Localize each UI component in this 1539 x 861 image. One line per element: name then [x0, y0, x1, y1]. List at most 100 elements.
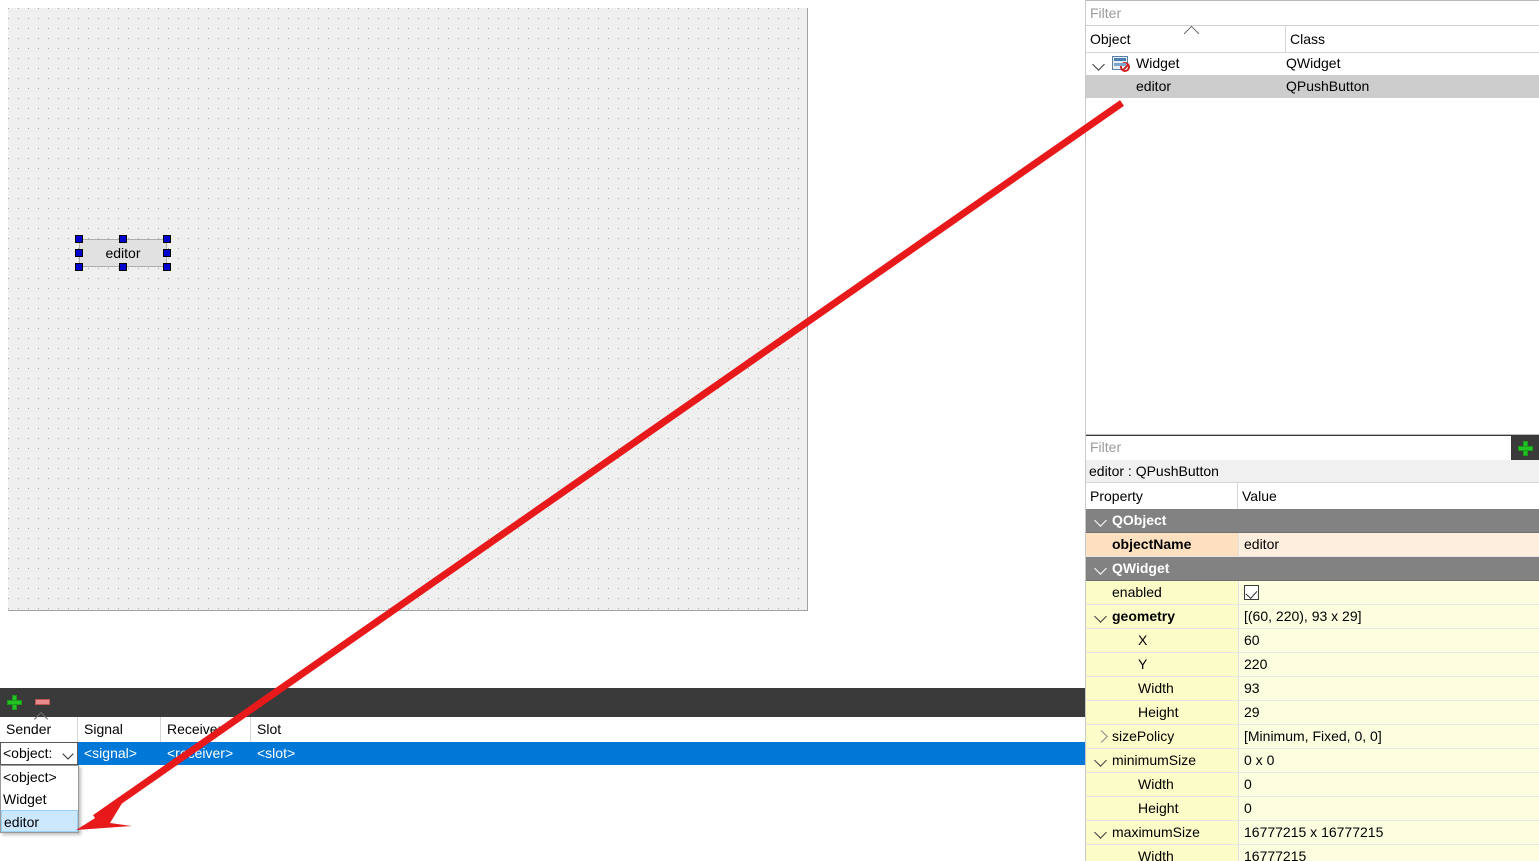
property-row-enabled[interactable]: enabled [1086, 581, 1539, 605]
remove-connection-button[interactable] [30, 691, 54, 713]
object-tree-label-widget: Widget [1136, 55, 1180, 71]
property-row-width[interactable]: Width 93 [1086, 677, 1539, 701]
column-header-class[interactable]: Class [1286, 26, 1539, 52]
column-header-property[interactable]: Property [1086, 483, 1238, 509]
property-row-x[interactable]: X 60 [1086, 629, 1539, 653]
sender-combobox-value: <object: [3, 745, 53, 761]
property-value: [(60, 220), 93 x 29] [1244, 608, 1362, 624]
property-label: objectName [1112, 536, 1192, 552]
sender-combobox[interactable]: <object: [0, 742, 78, 765]
minus-icon [34, 699, 50, 705]
dropdown-item-widget[interactable]: Widget [1, 788, 78, 810]
property-row-maximumsize[interactable]: maximumSize 16777215 x 16777215 [1086, 821, 1539, 845]
property-row-qwidget[interactable]: QWidget [1086, 557, 1539, 581]
property-table-header: Property Value [1086, 483, 1539, 510]
signal-slot-toolbar [0, 688, 1085, 717]
object-tree-label-editor: editor [1136, 78, 1172, 94]
selection-handle-middle-left[interactable] [75, 249, 83, 257]
property-label: QWidget [1112, 560, 1170, 576]
property-value-cell[interactable] [1238, 533, 1539, 556]
property-row-width[interactable]: Width 0 [1086, 773, 1539, 797]
property-value-cell[interactable] [1238, 629, 1539, 652]
chevron-down-icon[interactable] [1094, 562, 1107, 575]
dropdown-item-object[interactable]: <object> [1, 766, 78, 788]
property-label: Width [1138, 680, 1174, 696]
property-value-cell[interactable] [1238, 773, 1539, 796]
property-value: editor [1244, 536, 1280, 552]
add-connection-button[interactable] [2, 691, 26, 713]
property-value: 16777215 [1244, 848, 1307, 861]
add-property-button[interactable] [1511, 435, 1539, 461]
property-value-cell[interactable] [1238, 797, 1539, 820]
property-value: 29 [1244, 704, 1260, 720]
property-value: 93 [1244, 680, 1260, 696]
chevron-down-icon[interactable] [1094, 514, 1107, 527]
selection-handle-top-center[interactable] [119, 235, 127, 243]
object-tree-row-editor[interactable]: editor QPushButton [1086, 75, 1539, 98]
enabled-checkbox[interactable] [1244, 585, 1259, 600]
qt-designer-window: editor Sender Signal Receiver Slot <obje… [0, 0, 1539, 861]
object-tree-class-editor: QPushButton [1286, 78, 1370, 94]
property-value-cell[interactable] [1238, 701, 1539, 724]
property-row-y[interactable]: Y 220 [1086, 653, 1539, 677]
property-row-qobject[interactable]: QObject [1086, 509, 1539, 533]
property-label: enabled [1112, 584, 1162, 600]
property-name-cell [1086, 581, 1238, 604]
object-inspector-panel: Filter Object Class Widget QWidget edito… [1085, 0, 1539, 434]
property-value-cell[interactable] [1238, 581, 1539, 604]
column-header-receiver[interactable]: Receiver [161, 717, 251, 742]
property-value: 0 [1244, 776, 1252, 792]
property-value: 0 [1244, 800, 1252, 816]
push-button-label: editor [105, 245, 141, 261]
property-value: 0 x 0 [1244, 752, 1275, 768]
column-header-slot[interactable]: Slot [251, 717, 1085, 742]
column-header-signal[interactable]: Signal [78, 717, 161, 742]
property-row-objectname[interactable]: objectName editor [1086, 533, 1539, 557]
property-label: X [1138, 632, 1148, 648]
selection-handle-bottom-center[interactable] [119, 263, 127, 271]
dropdown-item-editor[interactable]: editor [1, 810, 78, 832]
connection-receiver-cell[interactable]: <receiver> [161, 742, 251, 765]
property-value: 60 [1244, 632, 1260, 648]
chevron-down-icon[interactable] [1092, 58, 1105, 71]
form-canvas-area: editor [0, 0, 1085, 688]
connection-row[interactable]: <object: <signal> <receiver> <slot> [0, 742, 1085, 765]
connection-signal-cell[interactable]: <signal> [78, 742, 161, 765]
object-filter-input[interactable]: Filter [1086, 0, 1539, 26]
forbidden-badge-icon [1120, 62, 1130, 72]
selection-handle-middle-right[interactable] [163, 249, 171, 257]
property-label: Height [1138, 800, 1179, 816]
property-value-cell[interactable] [1238, 653, 1539, 676]
property-value: 220 [1244, 656, 1268, 672]
property-value-cell[interactable] [1238, 677, 1539, 700]
form-design-surface[interactable]: editor [8, 8, 808, 611]
property-row-height[interactable]: Height 29 [1086, 701, 1539, 725]
object-tree-row-widget[interactable]: Widget QWidget [1086, 52, 1539, 75]
signal-slot-editor: Sender Signal Receiver Slot <object: <si… [0, 688, 1085, 861]
object-tree-class-widget: QWidget [1286, 55, 1341, 71]
property-editor-panel: Filter editor : QPushButton Property Val… [1085, 434, 1539, 861]
property-filter-input[interactable]: Filter [1086, 436, 1511, 460]
sender-dropdown-popup[interactable]: <object> Widget editor [0, 765, 79, 833]
property-filter-bar: Filter [1086, 434, 1539, 460]
property-value: [Minimum, Fixed, 0, 0] [1244, 728, 1382, 744]
property-row-sizepolicy[interactable]: sizePolicy [Minimum, Fixed, 0, 0] [1086, 725, 1539, 749]
property-label: maximumSize [1112, 824, 1200, 840]
property-value: 16777215 x 16777215 [1244, 824, 1384, 840]
property-editor-title: editor : QPushButton [1086, 460, 1539, 483]
property-row-width[interactable]: Width 16777215 [1086, 845, 1539, 861]
property-value-cell[interactable] [1238, 749, 1539, 772]
column-header-value[interactable]: Value [1238, 483, 1539, 509]
chevron-down-icon [62, 748, 74, 760]
connection-slot-cell[interactable]: <slot> [251, 742, 451, 765]
plus-icon [6, 694, 22, 710]
property-row-minimumsize[interactable]: minimumSize 0 x 0 [1086, 749, 1539, 773]
property-label: Width [1138, 776, 1174, 792]
widget-icon [1112, 56, 1130, 72]
selection-handle-top-right[interactable] [163, 235, 171, 243]
selection-handle-top-left[interactable] [75, 235, 83, 243]
selection-handle-bottom-left[interactable] [75, 263, 83, 271]
selection-handle-bottom-right[interactable] [163, 263, 171, 271]
property-row-geometry[interactable]: geometry [(60, 220), 93 x 29] [1086, 605, 1539, 629]
property-row-height[interactable]: Height 0 [1086, 797, 1539, 821]
